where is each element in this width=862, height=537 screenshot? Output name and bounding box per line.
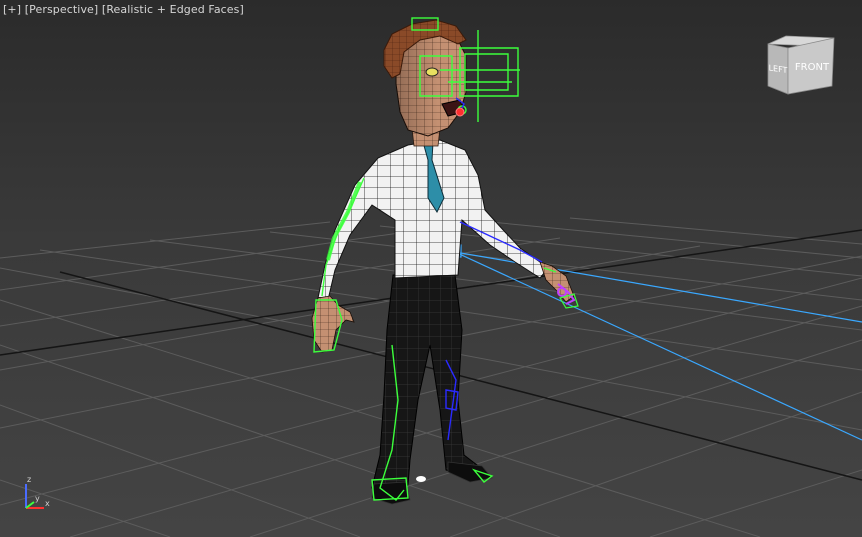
axis-y-label: y (35, 494, 40, 503)
shading-mode-menu[interactable]: [Realistic + Edged Faces] (102, 3, 244, 16)
pivot-marker (416, 476, 426, 482)
perspective-viewport[interactable]: [+] [Perspective] [Realistic + Edged Fac… (0, 0, 862, 537)
viewport-label: [+] [Perspective] [Realistic + Edged Fac… (3, 3, 244, 16)
jaw-joint-marker (455, 107, 465, 117)
ik-target-lines (448, 244, 862, 441)
character-model[interactable] (311, 19, 575, 505)
viewcube[interactable]: LEFT FRONT (766, 34, 836, 96)
shoe-left (371, 481, 411, 505)
view-type-menu[interactable]: [Perspective] (25, 3, 99, 16)
shoe-right (447, 461, 493, 483)
eye (425, 67, 439, 77)
axis-x-label: x (45, 499, 50, 508)
viewport-menu-button[interactable]: [+] (3, 3, 21, 16)
scene-canvas[interactable] (0, 0, 862, 537)
axis-z-label: z (27, 475, 31, 484)
axis-triad: z x y (25, 475, 50, 509)
viewcube-front-label: FRONT (795, 62, 830, 73)
